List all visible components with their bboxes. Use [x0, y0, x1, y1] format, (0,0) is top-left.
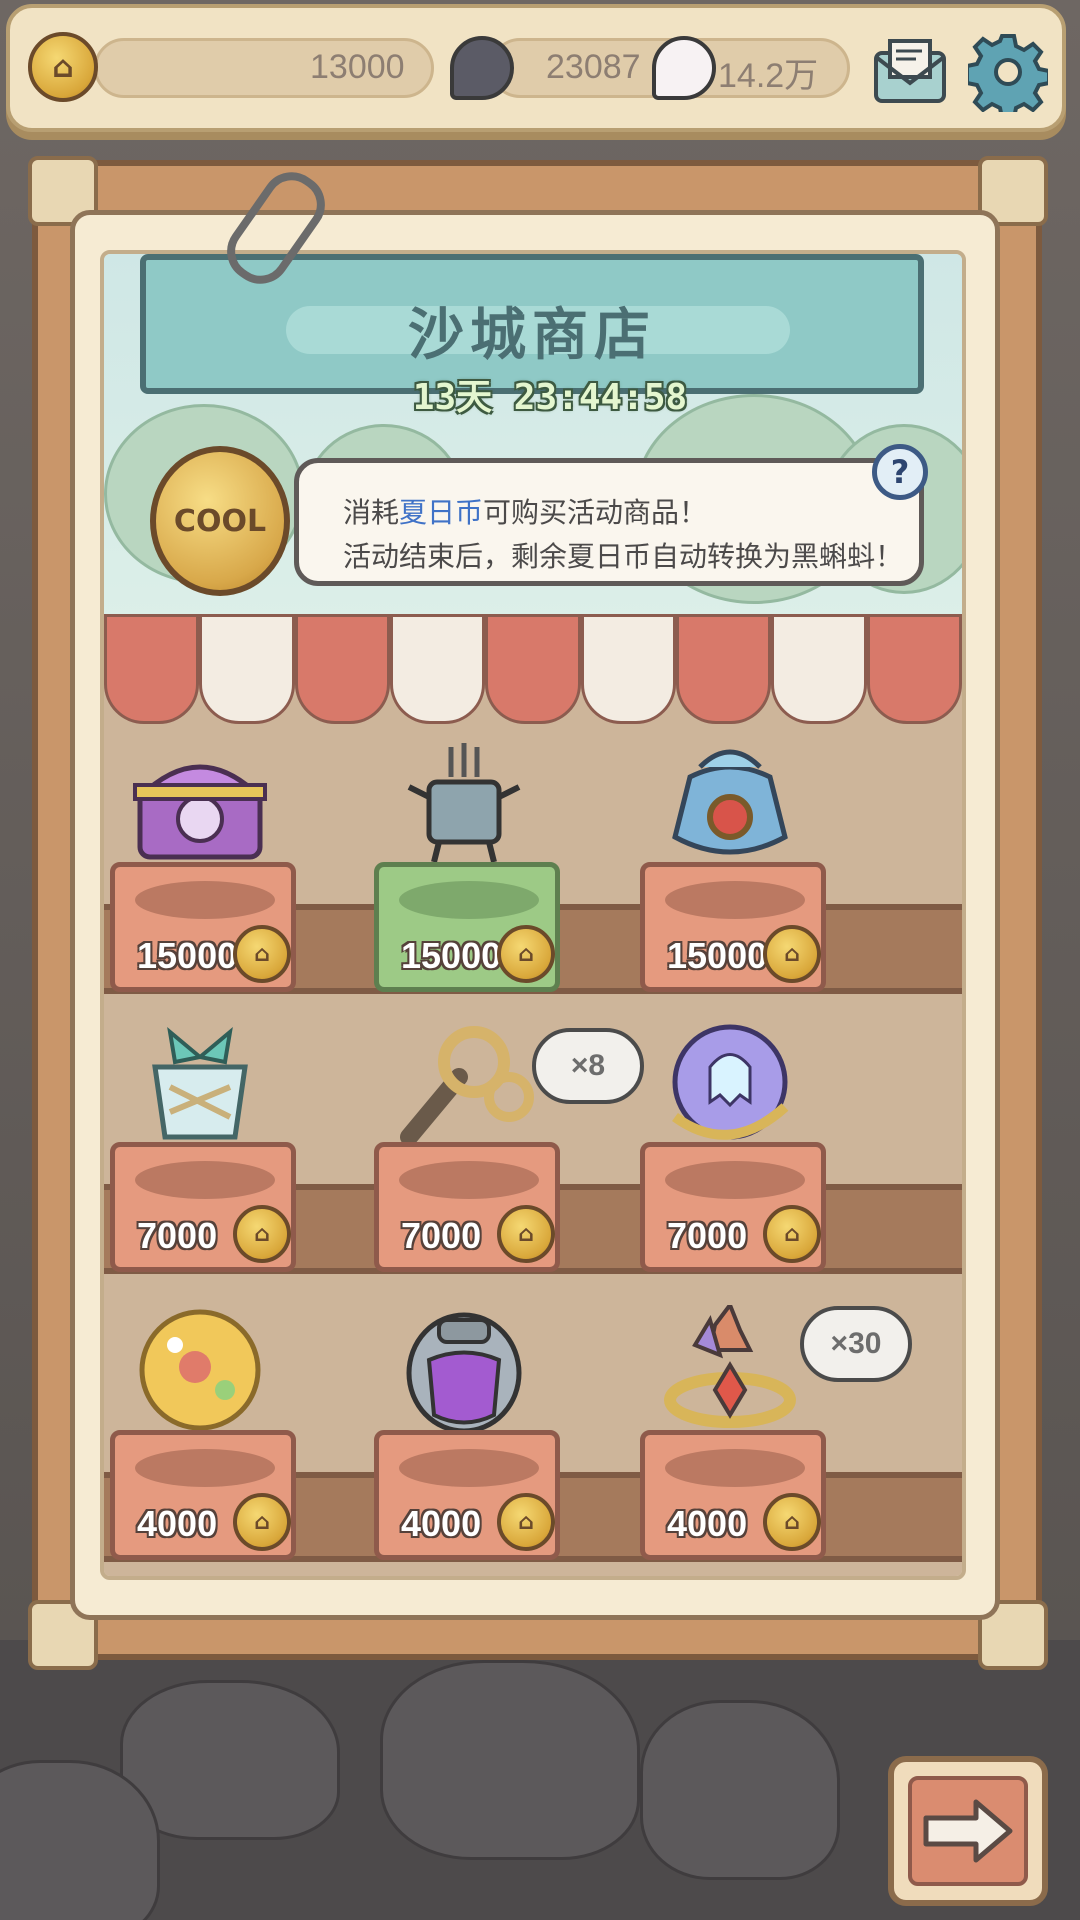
dark-ghost-count: 23087 [546, 48, 641, 86]
shop-item-golden-ball[interactable]: 4000 ⌂ [100, 1300, 300, 1580]
price-tag: 15000 ⌂ [374, 862, 560, 992]
ghost-orb-icon [650, 1012, 810, 1152]
arrow-right-icon [923, 1799, 1013, 1863]
item-price: 4000 [667, 1503, 748, 1544]
shop-item-incense-burner[interactable]: 15000 ⌂ [364, 732, 564, 1012]
dark-ghost-icon [450, 36, 514, 100]
summer-coin-icon: ⌂ [763, 1493, 821, 1551]
settings-button[interactable] [966, 30, 1050, 114]
resource-bar: ⌂ 13000 23087 14.2万 [6, 4, 1066, 132]
price-tag: 7000 ⌂ [110, 1142, 296, 1272]
shop-item-mecha-egg[interactable]: 4000 ⌂ [364, 1300, 564, 1580]
item-price: 7000 [401, 1215, 482, 1256]
light-ghost-icon [652, 36, 716, 100]
golden-ball-icon [120, 1300, 280, 1440]
item-price: 4000 [137, 1503, 218, 1544]
summer-coin-icon: ⌂ [763, 1205, 821, 1263]
info-line-2: 活动结束后，剩余夏日币自动转换为黑蝌蚪！ [343, 540, 904, 573]
cloud-horn-icon [384, 1012, 544, 1152]
summer-coin-icon: ⌂ [28, 32, 98, 102]
shop-item-ghost-orb[interactable]: 7000 ⌂ [630, 1012, 830, 1292]
gear-icon [968, 34, 1048, 112]
purple-chest-icon [120, 732, 280, 872]
mecha-egg-icon [384, 1300, 544, 1440]
help-button[interactable]: ? [872, 444, 928, 500]
summer-coin-icon: ⌂ [233, 1493, 291, 1551]
shop-item-treasure-pouch[interactable]: 15000 ⌂ [630, 732, 830, 1012]
striped-awning [104, 614, 962, 724]
summer-coin-icon: ⌂ [763, 925, 821, 983]
info-bubble: 消耗夏日币可购买活动商品！ 活动结束后，剩余夏日币自动转换为黑蝌蚪！ [294, 458, 924, 586]
price-tag: 4000 ⌂ [110, 1430, 296, 1560]
mail-icon [874, 39, 946, 103]
shop-item-purple-chest[interactable]: 15000 ⌂ [100, 732, 300, 1012]
item-price: 15000 [401, 935, 502, 976]
summer-coin-icon: ⌂ [233, 925, 291, 983]
price-tag: 4000 ⌂ [374, 1430, 560, 1560]
summer-coin-icon: COOL [150, 446, 290, 596]
next-button[interactable] [888, 1756, 1048, 1906]
quantity-badge: ×30 [800, 1306, 912, 1382]
summer-coin-icon: ⌂ [497, 1493, 555, 1551]
item-price: 4000 [401, 1503, 482, 1544]
item-price: 15000 [137, 935, 238, 976]
price-tag: 7000 ⌂ [374, 1142, 560, 1272]
coin-count: 13000 [310, 48, 405, 86]
incense-burner-icon [384, 732, 544, 872]
summer-coin-icon: ⌂ [497, 925, 555, 983]
summer-coin-icon: ⌂ [233, 1205, 291, 1263]
countdown-timer: 13天 23:44:58 [412, 377, 688, 418]
price-tag: 15000 ⌂ [640, 862, 826, 992]
item-price: 7000 [667, 1215, 748, 1256]
ribbon-jar-icon [120, 1012, 280, 1152]
summer-coin-icon: ⌂ [497, 1205, 555, 1263]
price-tag: 15000 ⌂ [110, 862, 296, 992]
light-ghost-count: 14.2万 [718, 57, 819, 95]
item-price: 15000 [667, 935, 768, 976]
info-line-1: 消耗夏日币可购买活动商品！ [343, 496, 708, 529]
shop-title: 沙城商店 [408, 303, 656, 368]
price-tag: 4000 ⌂ [640, 1430, 826, 1560]
shop-item-ribbon-jar[interactable]: 7000 ⌂ [100, 1012, 300, 1292]
treasure-pouch-icon [650, 732, 810, 872]
item-price: 7000 [137, 1215, 218, 1256]
mail-button[interactable] [868, 30, 952, 114]
price-tag: 7000 ⌂ [640, 1142, 826, 1272]
crystal-crown-icon [650, 1300, 810, 1440]
quantity-badge: ×8 [532, 1028, 644, 1104]
